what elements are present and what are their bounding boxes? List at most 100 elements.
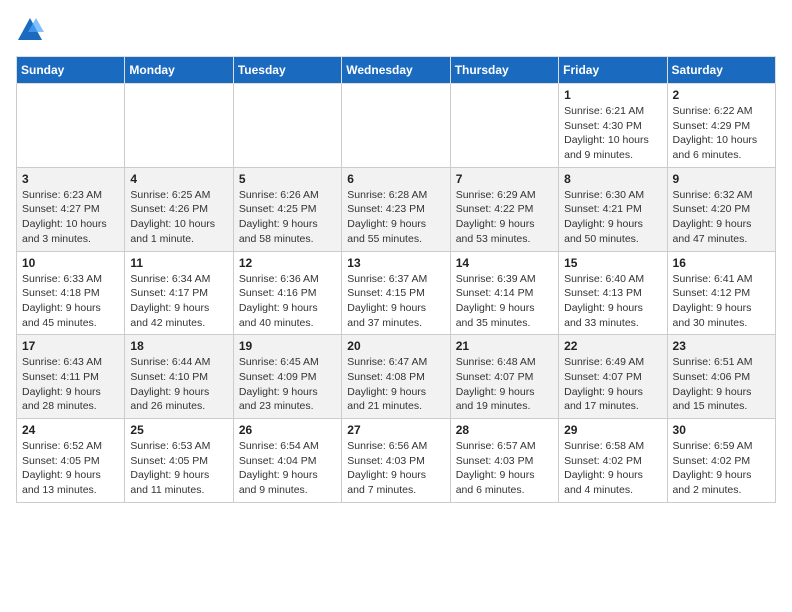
calendar-cell: 30 Sunrise: 6:59 AM Sunset: 4:02 PM Dayli…: [667, 419, 775, 503]
day-number: 21: [456, 339, 553, 353]
day-number: 10: [22, 256, 119, 270]
calendar-cell: 10 Sunrise: 6:33 AM Sunset: 4:18 PM Dayli…: [17, 251, 125, 335]
logo: [16, 16, 48, 44]
day-info: Sunrise: 6:30 AM Sunset: 4:21 PM Dayligh…: [564, 188, 661, 247]
calendar-cell: 27Sunrise: 6:56 AM Sunset: 4:03 PM Dayli…: [342, 419, 450, 503]
day-number: 23: [673, 339, 770, 353]
day-number: 18: [130, 339, 227, 353]
page-header: [16, 16, 776, 44]
calendar-cell: 13 Sunrise: 6:37 AM Sunset: 4:15 PM Dayli…: [342, 251, 450, 335]
calendar-cell: 9Sunrise: 6:32 AM Sunset: 4:20 PM Daylig…: [667, 167, 775, 251]
calendar-cell: 4 Sunrise: 6:25 AM Sunset: 4:26 PM Daylig…: [125, 167, 233, 251]
day-info: Sunrise: 6:51 AM Sunset: 4:06 PM Dayligh…: [673, 355, 770, 414]
day-number: 25: [130, 423, 227, 437]
day-number: 14: [456, 256, 553, 270]
weekday-header: Thursday: [450, 57, 558, 84]
day-info: Sunrise: 6:48 AM Sunset: 4:07 PM Dayligh…: [456, 355, 553, 414]
calendar-cell: 25 Sunrise: 6:53 AM Sunset: 4:05 PM Dayli…: [125, 419, 233, 503]
day-number: 7: [456, 172, 553, 186]
day-number: 13: [347, 256, 444, 270]
calendar-cell: [125, 84, 233, 168]
calendar-week-row: 24 Sunrise: 6:52 AM Sunset: 4:05 PM Dayli…: [17, 419, 776, 503]
calendar-cell: 18 Sunrise: 6:44 AM Sunset: 4:10 PM Dayli…: [125, 335, 233, 419]
day-info: Sunrise: 6:39 AM Sunset: 4:14 PM Dayligh…: [456, 272, 553, 331]
day-number: 19: [239, 339, 336, 353]
calendar-cell: [17, 84, 125, 168]
day-info: Sunrise: 6:59 AM Sunset: 4:02 PM Dayligh…: [673, 439, 770, 498]
calendar-cell: 12 Sunrise: 6:36 AM Sunset: 4:16 PM Dayli…: [233, 251, 341, 335]
day-info: Sunrise: 6:41 AM Sunset: 4:12 PM Dayligh…: [673, 272, 770, 331]
day-info: Sunrise: 6:43 AM Sunset: 4:11 PM Dayligh…: [22, 355, 119, 414]
calendar-cell: 22 Sunrise: 6:49 AM Sunset: 4:07 PM Dayli…: [559, 335, 667, 419]
day-info: Sunrise: 6:26 AM Sunset: 4:25 PM Dayligh…: [239, 188, 336, 247]
day-number: 22: [564, 339, 661, 353]
weekday-header: Monday: [125, 57, 233, 84]
day-number: 12: [239, 256, 336, 270]
calendar-cell: [342, 84, 450, 168]
day-number: 8: [564, 172, 661, 186]
calendar-cell: 19 Sunrise: 6:45 AM Sunset: 4:09 PM Dayli…: [233, 335, 341, 419]
day-number: 16: [673, 256, 770, 270]
calendar-cell: 14 Sunrise: 6:39 AM Sunset: 4:14 PM Dayli…: [450, 251, 558, 335]
day-info: Sunrise: 6:53 AM Sunset: 4:05 PM Dayligh…: [130, 439, 227, 498]
day-number: 27: [347, 423, 444, 437]
day-info: Sunrise: 6:36 AM Sunset: 4:16 PM Dayligh…: [239, 272, 336, 331]
day-info: Sunrise: 6:45 AM Sunset: 4:09 PM Dayligh…: [239, 355, 336, 414]
day-info: Sunrise: 6:57 AM Sunset: 4:03 PM Dayligh…: [456, 439, 553, 498]
calendar-cell: 11Sunrise: 6:34 AM Sunset: 4:17 PM Dayli…: [125, 251, 233, 335]
calendar-cell: 24 Sunrise: 6:52 AM Sunset: 4:05 PM Dayli…: [17, 419, 125, 503]
day-number: 20: [347, 339, 444, 353]
day-number: 4: [130, 172, 227, 186]
calendar-cell: [233, 84, 341, 168]
day-info: Sunrise: 6:28 AM Sunset: 4:23 PM Dayligh…: [347, 188, 444, 247]
calendar-cell: 21 Sunrise: 6:48 AM Sunset: 4:07 PM Dayli…: [450, 335, 558, 419]
logo-icon: [16, 16, 44, 44]
day-number: 2: [673, 88, 770, 102]
day-info: Sunrise: 6:47 AM Sunset: 4:08 PM Dayligh…: [347, 355, 444, 414]
day-number: 30: [673, 423, 770, 437]
calendar-cell: 6 Sunrise: 6:28 AM Sunset: 4:23 PM Daylig…: [342, 167, 450, 251]
day-info: Sunrise: 6:54 AM Sunset: 4:04 PM Dayligh…: [239, 439, 336, 498]
calendar-cell: 23 Sunrise: 6:51 AM Sunset: 4:06 PM Dayli…: [667, 335, 775, 419]
day-info: Sunrise: 6:29 AM Sunset: 4:22 PM Dayligh…: [456, 188, 553, 247]
day-number: 6: [347, 172, 444, 186]
day-number: 24: [22, 423, 119, 437]
calendar-cell: 2 Sunrise: 6:22 AM Sunset: 4:29 PM Daylig…: [667, 84, 775, 168]
weekday-header: Saturday: [667, 57, 775, 84]
calendar-cell: 8 Sunrise: 6:30 AM Sunset: 4:21 PM Daylig…: [559, 167, 667, 251]
calendar-cell: 5Sunrise: 6:26 AM Sunset: 4:25 PM Daylig…: [233, 167, 341, 251]
day-info: Sunrise: 6:33 AM Sunset: 4:18 PM Dayligh…: [22, 272, 119, 331]
day-info: Sunrise: 6:44 AM Sunset: 4:10 PM Dayligh…: [130, 355, 227, 414]
day-info: Sunrise: 6:25 AM Sunset: 4:26 PM Dayligh…: [130, 188, 227, 247]
day-number: 26: [239, 423, 336, 437]
weekday-header: Wednesday: [342, 57, 450, 84]
calendar-week-row: 10 Sunrise: 6:33 AM Sunset: 4:18 PM Dayli…: [17, 251, 776, 335]
weekday-header: Friday: [559, 57, 667, 84]
day-number: 3: [22, 172, 119, 186]
calendar-cell: 17Sunrise: 6:43 AM Sunset: 4:11 PM Dayli…: [17, 335, 125, 419]
calendar-table: SundayMondayTuesdayWednesdayThursdayFrid…: [16, 56, 776, 503]
day-number: 11: [130, 256, 227, 270]
day-info: Sunrise: 6:52 AM Sunset: 4:05 PM Dayligh…: [22, 439, 119, 498]
calendar-cell: 26 Sunrise: 6:54 AM Sunset: 4:04 PM Dayli…: [233, 419, 341, 503]
calendar-cell: 15Sunrise: 6:40 AM Sunset: 4:13 PM Dayli…: [559, 251, 667, 335]
calendar-cell: 7 Sunrise: 6:29 AM Sunset: 4:22 PM Daylig…: [450, 167, 558, 251]
day-info: Sunrise: 6:37 AM Sunset: 4:15 PM Dayligh…: [347, 272, 444, 331]
day-number: 28: [456, 423, 553, 437]
weekday-header-row: SundayMondayTuesdayWednesdayThursdayFrid…: [17, 57, 776, 84]
calendar-cell: 16 Sunrise: 6:41 AM Sunset: 4:12 PM Dayli…: [667, 251, 775, 335]
day-info: Sunrise: 6:22 AM Sunset: 4:29 PM Dayligh…: [673, 104, 770, 163]
calendar-cell: 3Sunrise: 6:23 AM Sunset: 4:27 PM Daylig…: [17, 167, 125, 251]
day-number: 29: [564, 423, 661, 437]
day-number: 1: [564, 88, 661, 102]
calendar-cell: [450, 84, 558, 168]
weekday-header: Tuesday: [233, 57, 341, 84]
calendar-cell: 29 Sunrise: 6:58 AM Sunset: 4:02 PM Dayli…: [559, 419, 667, 503]
day-info: Sunrise: 6:49 AM Sunset: 4:07 PM Dayligh…: [564, 355, 661, 414]
calendar-cell: 1Sunrise: 6:21 AM Sunset: 4:30 PM Daylig…: [559, 84, 667, 168]
calendar-week-row: 17Sunrise: 6:43 AM Sunset: 4:11 PM Dayli…: [17, 335, 776, 419]
weekday-header: Sunday: [17, 57, 125, 84]
day-info: Sunrise: 6:58 AM Sunset: 4:02 PM Dayligh…: [564, 439, 661, 498]
calendar-cell: 28 Sunrise: 6:57 AM Sunset: 4:03 PM Dayli…: [450, 419, 558, 503]
day-info: Sunrise: 6:40 AM Sunset: 4:13 PM Dayligh…: [564, 272, 661, 331]
